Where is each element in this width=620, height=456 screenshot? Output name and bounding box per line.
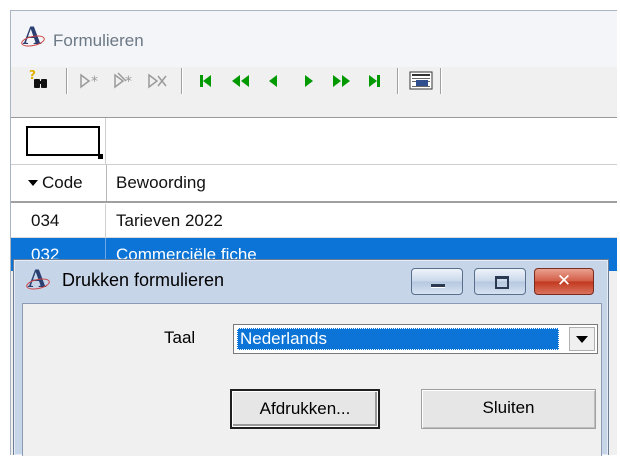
previous-page-button[interactable] <box>226 66 256 96</box>
column-divider <box>105 204 106 237</box>
column-divider <box>105 118 106 164</box>
dialog-title: Drukken formulieren <box>62 270 225 290</box>
grid-header: Code Bewoording <box>11 165 617 203</box>
next-page-icon <box>333 75 350 87</box>
find-button[interactable]: ? <box>25 66 55 96</box>
records-grid: Code Bewoording 034 Tarieven 2022 032 Co… <box>11 117 617 271</box>
next-page-button[interactable] <box>326 66 356 96</box>
last-record-button[interactable] <box>360 66 390 96</box>
edit-record-icon: * <box>114 72 132 90</box>
print-preview-button[interactable] <box>406 66 436 96</box>
previous-page-icon <box>232 75 249 87</box>
close-icon: ✕ <box>556 271 572 291</box>
column-header-code[interactable]: Code <box>26 165 107 201</box>
column-header-label: Bewoording <box>116 173 206 192</box>
filter-row <box>11 118 617 165</box>
code-filter-input[interactable] <box>26 126 103 159</box>
previous-record-button[interactable] <box>258 66 288 96</box>
drukken-formulieren-dialog: A Drukken formulieren ✕ Taal Nederlands … <box>13 259 609 456</box>
cell-code: 034 <box>31 211 60 230</box>
column-header-bewoording[interactable]: Bewoording <box>116 165 206 201</box>
taal-label: Taal <box>164 328 196 347</box>
print-button[interactable]: Afdrukken... <box>230 389 380 429</box>
svg-text:*: * <box>125 74 132 90</box>
new-record-icon: * <box>80 73 98 90</box>
window-title: Formulieren <box>53 31 144 50</box>
table-row[interactable]: 034 Tarieven 2022 <box>11 204 617 238</box>
maximize-button[interactable] <box>474 268 526 295</box>
print-preview-icon <box>409 71 433 90</box>
cell-bewoording: Tarieven 2022 <box>116 211 223 230</box>
app-logo-icon: A <box>19 22 45 50</box>
app-logo-icon: A <box>24 265 50 293</box>
column-header-label: Code <box>42 173 83 192</box>
toolbar-separator <box>181 68 182 94</box>
taal-dropdown[interactable]: Nederlands <box>233 324 598 354</box>
new-record-button[interactable]: * <box>76 66 106 96</box>
title-bar: A Formulieren <box>11 11 617 67</box>
dialog-body: Taal Nederlands Afdrukken... Sluiten <box>22 303 602 456</box>
last-record-icon <box>369 75 380 87</box>
find-icon: ? <box>29 68 47 88</box>
first-record-icon <box>200 75 211 87</box>
sort-descending-icon <box>28 179 38 186</box>
toolbar-separator <box>397 68 398 94</box>
taal-selected-value: Nederlands <box>237 328 559 350</box>
svg-text:*: * <box>91 74 98 90</box>
edit-record-button[interactable]: * <box>110 66 140 96</box>
minimize-button[interactable] <box>411 268 463 295</box>
dialog-title-bar: A Drukken formulieren ✕ <box>14 260 608 300</box>
toolbar-separator <box>440 68 441 94</box>
close-window-button[interactable]: ✕ <box>534 268 594 295</box>
delete-record-button[interactable] <box>144 66 174 96</box>
toolbar-separator <box>66 68 67 94</box>
previous-record-icon <box>269 75 277 87</box>
next-record-icon <box>305 75 313 87</box>
next-record-button[interactable] <box>294 66 324 96</box>
chevron-down-icon[interactable] <box>569 327 595 351</box>
delete-record-icon <box>148 73 167 89</box>
first-record-button[interactable] <box>190 66 220 96</box>
close-button[interactable]: Sluiten <box>421 389 596 429</box>
